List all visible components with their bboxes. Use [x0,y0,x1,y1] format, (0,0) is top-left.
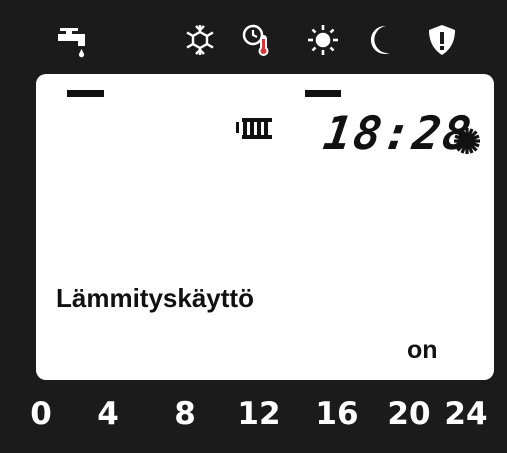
hour-label-20: 20 [387,396,431,432]
snowflake-icon[interactable] [182,22,218,58]
clock-thermometer-icon[interactable] [240,22,276,58]
sun-icon[interactable] [305,22,341,58]
shield-exclamation-icon[interactable] [424,22,460,58]
asterisk-icon [452,126,482,161]
hour-label-0: 0 [30,396,52,432]
hour-label-16: 16 [315,396,359,432]
faucet-active-marker [67,90,104,97]
radiator-icon [234,115,274,146]
hour-label-8: 8 [174,396,196,432]
sun-active-marker [305,90,341,97]
status-label: on [407,336,438,364]
mode-label: Lämmityskäyttö [56,283,254,313]
hour-label-24: 24 [444,396,488,432]
thermostat-panel: 18:28 Lämmityskäyttö on 0 4 8 12 16 20 2… [0,0,507,453]
hour-label-4: 4 [97,396,119,432]
faucet-icon[interactable] [56,22,92,58]
hour-label-12: 12 [237,396,281,432]
moon-icon[interactable] [364,22,400,58]
